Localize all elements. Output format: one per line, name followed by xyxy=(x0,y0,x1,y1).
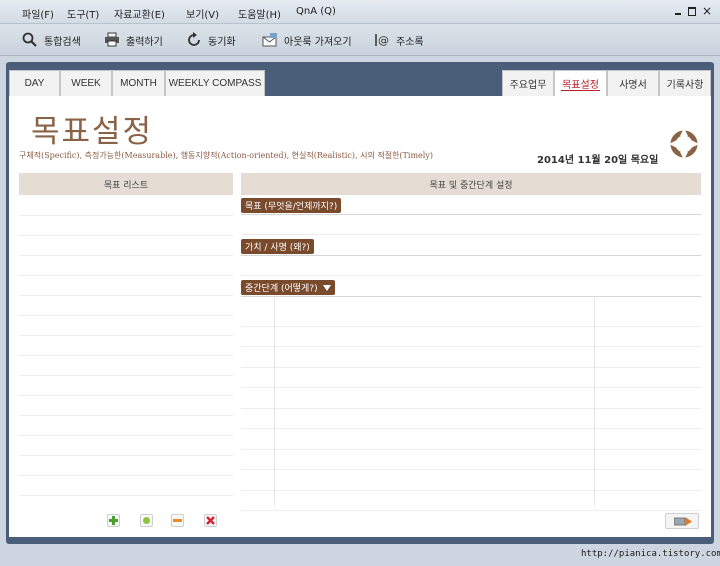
table-row[interactable] xyxy=(241,347,701,368)
tab-goal-setting[interactable]: 목표설정 xyxy=(554,70,607,96)
menu-qna[interactable]: QnA (Q) xyxy=(296,6,336,17)
tab-day[interactable]: DAY xyxy=(9,70,60,96)
value-input-line[interactable] xyxy=(241,275,701,276)
menu-data-exchange[interactable]: 자료교환(E) xyxy=(114,6,165,21)
table-row[interactable] xyxy=(241,450,701,470)
current-date: 2014년 11월 20일 목요일 xyxy=(537,155,659,166)
print-button-label: 출력하기 xyxy=(126,36,163,48)
tab-mission[interactable]: 사명서 xyxy=(607,70,659,96)
tab-bar: DAY WEEK MONTH WEEKLY COMPASS 주요업무 목표설정 … xyxy=(9,68,711,96)
list-item[interactable] xyxy=(19,356,233,376)
tab-month[interactable]: MONTH xyxy=(112,70,165,96)
table-row[interactable] xyxy=(241,409,701,429)
grid-column-divider xyxy=(274,296,275,506)
close-icon[interactable]: × xyxy=(701,5,713,17)
list-item[interactable] xyxy=(19,376,233,396)
delete-goal-button[interactable] xyxy=(204,514,217,527)
print-button[interactable]: 출력하기 xyxy=(104,31,163,49)
complete-goal-button[interactable] xyxy=(140,514,153,527)
divider xyxy=(241,255,701,256)
list-item[interactable] xyxy=(19,256,233,276)
steps-label: 중간단계 (어떻게?) xyxy=(245,284,318,294)
list-item[interactable] xyxy=(19,436,233,456)
search-button-label: 통합검색 xyxy=(44,36,81,48)
svg-text:@: @ xyxy=(378,34,389,47)
goal-list[interactable] xyxy=(19,196,233,496)
outlook-import-label: 아웃룩 가져오기 xyxy=(284,36,352,48)
table-row[interactable] xyxy=(241,306,701,327)
list-item[interactable] xyxy=(19,416,233,436)
list-item[interactable] xyxy=(19,336,233,356)
compass-icon xyxy=(669,126,699,162)
table-row[interactable] xyxy=(241,368,701,388)
printer-icon xyxy=(104,32,120,48)
menu-bar: 파일(F) 도구(T) 자료교환(E) 보기(V) 도움말(H) QnA (Q)… xyxy=(0,0,720,24)
list-item[interactable] xyxy=(19,236,233,256)
steps-dropdown[interactable]: 중간단계 (어떻게?) xyxy=(241,280,335,295)
table-row[interactable] xyxy=(241,327,701,347)
list-item[interactable] xyxy=(19,316,233,336)
steps-grid[interactable] xyxy=(241,306,701,511)
table-row[interactable] xyxy=(241,470,701,491)
tab-key-tasks[interactable]: 주요업무 xyxy=(502,70,554,96)
divider xyxy=(241,214,701,215)
table-row[interactable] xyxy=(241,491,701,511)
magnifier-icon xyxy=(22,32,38,48)
list-item[interactable] xyxy=(19,196,233,216)
toolbar: 통합검색 출력하기 동기화 아웃룩 가져오기 @ 주소록 xyxy=(0,24,720,56)
sync-button[interactable]: 동기화 xyxy=(186,31,236,49)
list-item[interactable] xyxy=(19,276,233,296)
page-title: 목표설정 xyxy=(31,114,154,150)
green-dot-icon xyxy=(143,517,150,524)
grid-column-divider xyxy=(594,296,595,506)
menu-view[interactable]: 보기(V) xyxy=(186,6,219,21)
table-row[interactable] xyxy=(241,429,701,450)
triangle-down-icon xyxy=(322,284,331,291)
plus-icon xyxy=(108,515,119,526)
value-label: 가치 / 사명 (왜?) xyxy=(241,239,314,254)
goal-detail-header: 목표 및 중간단계 설정 xyxy=(241,173,701,195)
list-item[interactable] xyxy=(19,476,233,496)
export-icon xyxy=(673,517,692,526)
list-item[interactable] xyxy=(19,456,233,476)
remove-goal-button[interactable] xyxy=(171,514,184,527)
goal-input-line[interactable] xyxy=(241,234,701,235)
list-item[interactable] xyxy=(19,216,233,236)
goal-label: 목표 (무엇을/언제까지?) xyxy=(241,198,342,213)
sync-button-label: 동기화 xyxy=(208,36,236,48)
main-frame: DAY WEEK MONTH WEEKLY COMPASS 주요업무 목표설정 … xyxy=(6,62,714,544)
x-icon xyxy=(205,515,216,526)
outlook-import-button[interactable]: 아웃룩 가져오기 xyxy=(262,31,352,49)
search-button[interactable]: 통합검색 xyxy=(22,31,81,49)
minus-icon xyxy=(172,515,183,526)
goal-setting-page: 목표설정 구체적(Specific), 측정가능한(Measurable), 행… xyxy=(9,96,711,537)
mail-import-icon xyxy=(262,32,278,48)
tab-week[interactable]: WEEK xyxy=(60,70,112,96)
tab-records[interactable]: 기록사항 xyxy=(659,70,711,96)
address-book-icon: @ xyxy=(374,32,390,48)
minimize-icon[interactable] xyxy=(672,5,684,17)
export-button[interactable] xyxy=(665,513,699,529)
footer-url: http://pianica.tistory.com xyxy=(581,549,720,559)
menu-help[interactable]: 도움말(H) xyxy=(238,6,281,21)
divider xyxy=(241,296,701,297)
list-item[interactable] xyxy=(19,396,233,416)
menu-tools[interactable]: 도구(T) xyxy=(67,6,99,21)
sync-icon xyxy=(186,32,202,48)
page-subtitle: 구체적(Specific), 측정가능한(Measurable), 행동지향적(… xyxy=(19,151,433,160)
tab-weekly-compass[interactable]: WEEKLY COMPASS xyxy=(165,70,265,96)
addressbook-button[interactable]: @ 주소록 xyxy=(374,31,424,49)
maximize-icon[interactable] xyxy=(686,5,698,17)
add-goal-button[interactable] xyxy=(107,514,120,527)
addressbook-label: 주소록 xyxy=(396,36,424,48)
table-row[interactable] xyxy=(241,388,701,409)
goal-list-header: 목표 리스트 xyxy=(19,173,233,195)
menu-file[interactable]: 파일(F) xyxy=(22,6,54,21)
list-item[interactable] xyxy=(19,296,233,316)
